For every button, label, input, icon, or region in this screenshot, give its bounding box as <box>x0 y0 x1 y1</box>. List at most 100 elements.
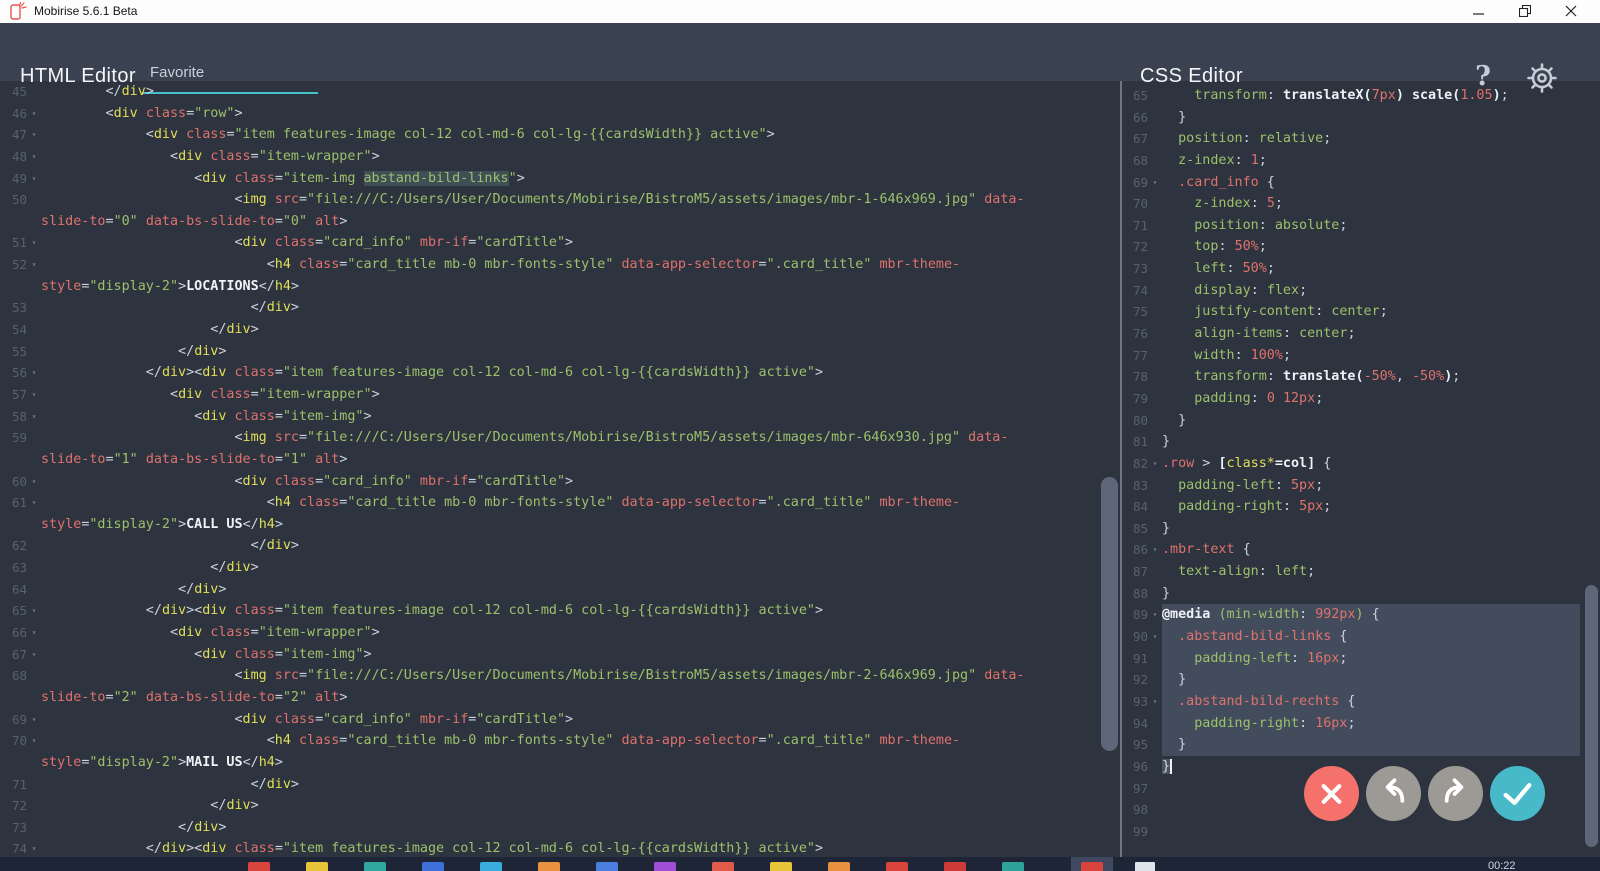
code-line[interactable]: slide-to="1" data-bs-slide-to="1" alt> <box>0 449 1085 471</box>
code-line[interactable]: 86▾.mbr-text { <box>1121 539 1600 561</box>
code-line[interactable]: 60▾ <div class="card_info" mbr-if="cardT… <box>0 471 1085 493</box>
taskbar-app-icon[interactable] <box>712 862 734 871</box>
code-line[interactable]: 79 padding: 0 12px; <box>1121 388 1600 410</box>
code-line[interactable]: 45 </div> <box>0 81 1085 103</box>
fold-arrow-icon[interactable]: ▾ <box>1148 691 1162 713</box>
code-line[interactable]: 73 </div> <box>0 817 1085 839</box>
code-line[interactable]: 46▾ <div class="row"> <box>0 103 1085 125</box>
code-line[interactable]: 63 </div> <box>0 557 1085 579</box>
fold-arrow-icon[interactable]: ▾ <box>1148 453 1162 475</box>
taskbar-app-icon[interactable] <box>248 862 270 871</box>
fold-arrow-icon[interactable]: ▾ <box>27 709 41 731</box>
code-line[interactable]: 68 <img src="file:///C:/Users/User/Docum… <box>0 665 1085 687</box>
code-line[interactable]: 49▾ <div class="item-img abstand-bild-li… <box>0 168 1085 190</box>
cancel-button[interactable] <box>1304 766 1359 821</box>
code-line[interactable]: 93▾ .abstand-bild-rechts { <box>1121 691 1600 713</box>
code-line[interactable]: 58▾ <div class="item-img"> <box>0 406 1085 428</box>
code-line[interactable]: 65 transform: translateX(7px) scale(1.05… <box>1121 85 1600 107</box>
fold-arrow-icon[interactable]: ▾ <box>27 730 41 752</box>
code-line[interactable]: 54 </div> <box>0 319 1085 341</box>
fold-arrow-icon[interactable]: ▾ <box>27 622 41 644</box>
taskbar-app-icon[interactable] <box>538 862 560 871</box>
taskbar-app-icon[interactable] <box>422 862 444 871</box>
code-line[interactable]: 65▾ </div><div class="item features-imag… <box>0 600 1085 622</box>
fold-arrow-icon[interactable]: ▾ <box>27 384 41 406</box>
code-line[interactable]: 85} <box>1121 518 1600 540</box>
fold-arrow-icon[interactable]: ▾ <box>27 168 41 190</box>
code-line[interactable]: 66 } <box>1121 107 1600 129</box>
code-line[interactable]: style="display-2">MAIL US</h4> <box>0 752 1085 774</box>
active-taskbar-app[interactable] <box>1071 857 1113 871</box>
fold-arrow-icon[interactable]: ▾ <box>27 838 41 857</box>
code-line[interactable]: 83 padding-left: 5px; <box>1121 475 1600 497</box>
code-line[interactable]: 52▾ <h4 class="card_title mb-0 mbr-fonts… <box>0 254 1085 276</box>
code-line[interactable]: style="display-2">CALL US</h4> <box>0 514 1085 536</box>
code-line[interactable]: 71 position: absolute; <box>1121 215 1600 237</box>
code-line[interactable]: 82▾.row > [class*=col] { <box>1121 453 1600 475</box>
code-line[interactable]: 57▾ <div class="item-wrapper"> <box>0 384 1085 406</box>
taskbar-app-icon[interactable] <box>886 862 908 871</box>
fold-arrow-icon[interactable]: ▾ <box>27 232 41 254</box>
code-line[interactable]: 62 </div> <box>0 535 1085 557</box>
code-line[interactable]: 95 } <box>1121 734 1600 756</box>
fold-arrow-icon[interactable]: ▾ <box>1148 172 1162 194</box>
close-button[interactable] <box>1554 0 1588 22</box>
taskbar-app-icon[interactable] <box>770 862 792 871</box>
code-line[interactable]: 68 z-index: 1; <box>1121 150 1600 172</box>
code-line[interactable]: 72 </div> <box>0 795 1085 817</box>
code-line[interactable]: style="display-2">LOCATIONS</h4> <box>0 276 1085 298</box>
code-line[interactable]: 66▾ <div class="item-wrapper"> <box>0 622 1085 644</box>
code-line[interactable]: 81} <box>1121 431 1600 453</box>
code-line[interactable]: 56▾ </div><div class="item features-imag… <box>0 362 1085 384</box>
css-code-editor[interactable]: 65 transform: translateX(7px) scale(1.05… <box>1121 85 1600 857</box>
code-line[interactable]: 90▾ .abstand-bild-links { <box>1121 626 1600 648</box>
code-line[interactable]: 72 top: 50%; <box>1121 236 1600 258</box>
html-code-editor[interactable]: 45 </div>46▾ <div class="row">47▾ <div c… <box>0 81 1085 857</box>
code-line[interactable]: 71 </div> <box>0 774 1085 796</box>
code-line[interactable]: 99 <box>1121 821 1600 843</box>
code-line[interactable]: 91 padding-left: 16px; <box>1121 648 1600 670</box>
code-line[interactable]: 67 position: relative; <box>1121 128 1600 150</box>
taskbar-app-icon[interactable] <box>654 862 676 871</box>
fold-arrow-icon[interactable]: ▾ <box>27 406 41 428</box>
fold-arrow-icon[interactable]: ▾ <box>1148 539 1162 561</box>
code-line[interactable]: 78 transform: translate(-50%, -50%); <box>1121 366 1600 388</box>
minimize-button[interactable] <box>1462 0 1496 22</box>
redo-button[interactable] <box>1428 766 1483 821</box>
code-line[interactable]: 84 padding-right: 5px; <box>1121 496 1600 518</box>
taskbar-app-icon[interactable] <box>1002 862 1024 871</box>
code-line[interactable]: 73 left: 50%; <box>1121 258 1600 280</box>
fold-arrow-icon[interactable]: ▾ <box>27 146 41 168</box>
restore-button[interactable] <box>1508 0 1542 22</box>
code-line[interactable]: 59 <img src="file:///C:/Users/User/Docum… <box>0 427 1085 449</box>
code-line[interactable]: 67▾ <div class="item-img"> <box>0 644 1085 666</box>
code-line[interactable]: 94 padding-right: 16px; <box>1121 713 1600 735</box>
code-line[interactable]: 75 justify-content: center; <box>1121 301 1600 323</box>
code-line[interactable]: 48▾ <div class="item-wrapper"> <box>0 146 1085 168</box>
apply-button[interactable] <box>1490 766 1545 821</box>
code-line[interactable]: 80 } <box>1121 410 1600 432</box>
taskbar-app-icon[interactable] <box>480 862 502 871</box>
taskbar-app-icon[interactable] <box>944 862 966 871</box>
undo-button[interactable] <box>1366 766 1421 821</box>
code-line[interactable]: slide-to="2" data-bs-slide-to="2" alt> <box>0 687 1085 709</box>
html-editor-scrollbar[interactable] <box>1101 477 1118 751</box>
code-line[interactable]: 74▾ </div><div class="item features-imag… <box>0 838 1085 857</box>
code-line[interactable]: 50 <img src="file:///C:/Users/User/Docum… <box>0 189 1085 211</box>
code-line[interactable]: 51▾ <div class="card_info" mbr-if="cardT… <box>0 232 1085 254</box>
code-line[interactable]: 64 </div> <box>0 579 1085 601</box>
fold-arrow-icon[interactable]: ▾ <box>27 471 41 493</box>
code-line[interactable]: 53 </div> <box>0 297 1085 319</box>
code-line[interactable]: 70 z-index: 5; <box>1121 193 1600 215</box>
fold-arrow-icon[interactable]: ▾ <box>27 124 41 146</box>
fold-arrow-icon[interactable]: ▾ <box>27 254 41 276</box>
code-line[interactable]: 87 text-align: left; <box>1121 561 1600 583</box>
taskbar-app-icon[interactable] <box>306 862 328 871</box>
code-line[interactable]: 70▾ <h4 class="card_title mb-0 mbr-fonts… <box>0 730 1085 752</box>
taskbar-app-icon[interactable] <box>828 862 850 871</box>
code-line[interactable]: 55 </div> <box>0 341 1085 363</box>
code-line[interactable]: 69▾ <div class="card_info" mbr-if="cardT… <box>0 709 1085 731</box>
fold-arrow-icon[interactable]: ▾ <box>27 600 41 622</box>
code-line[interactable]: 61▾ <h4 class="card_title mb-0 mbr-fonts… <box>0 492 1085 514</box>
fold-arrow-icon[interactable]: ▾ <box>27 103 41 125</box>
